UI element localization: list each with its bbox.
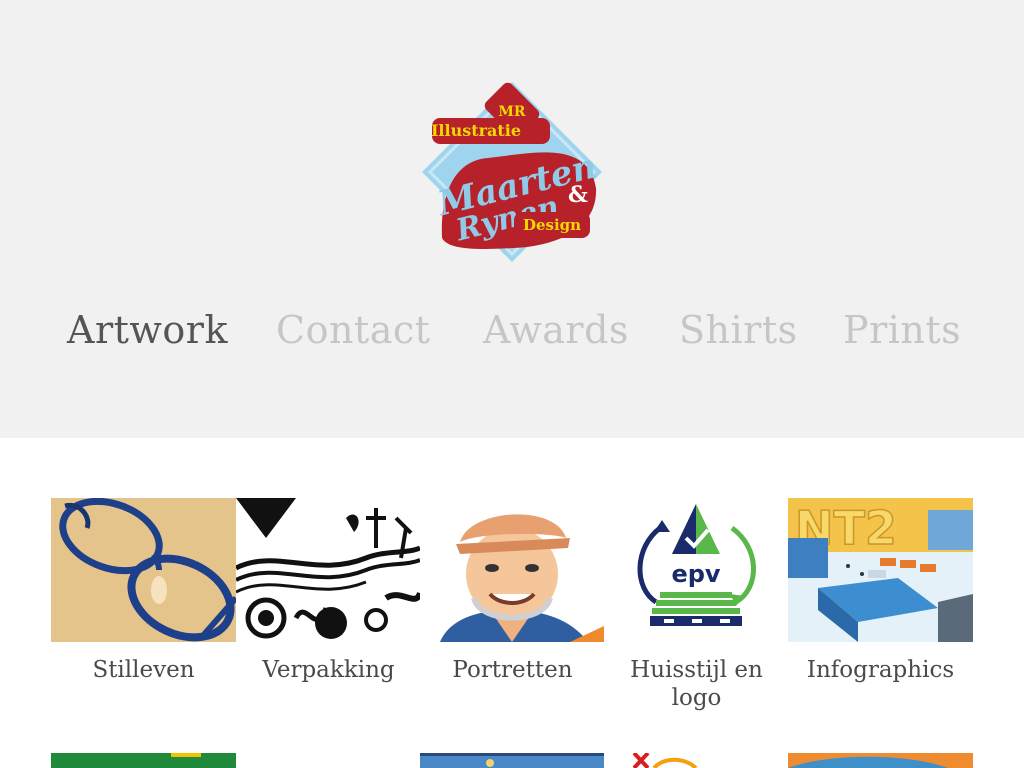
category-label: Portretten [452,657,573,683]
portrait-illustration[interactable] [420,498,605,642]
category-card-portretten[interactable]: Portretten [420,498,605,684]
main-nav: Artwork Contact Awards Shirts Prints [0,306,1024,356]
black-white-pattern-illustration[interactable] [236,498,421,642]
epv-logo[interactable]: epv [604,498,789,642]
city-infographic[interactable]: NT2 [788,498,973,642]
category-card-verpakking[interactable]: Verpakking [236,498,421,684]
site-logo[interactable]: MR Illustratie Maarten Rynen & Design [418,78,606,266]
category-card-stilleven[interactable]: Stilleven [51,498,236,684]
nav-awards[interactable]: Awards [483,306,629,354]
category-label: Verpakking [262,657,395,683]
header: MR Illustratie Maarten Rynen & Design Ar… [0,0,1024,438]
portfolio-thumb[interactable] [51,753,236,768]
portfolio-thumb[interactable] [604,753,789,768]
svg-text:Illustratie: Illustratie [431,121,521,140]
svg-text:&: & [568,182,588,208]
category-card-infographics[interactable]: NT2 Infographics [788,498,973,684]
nav-prints[interactable]: Prints [843,306,961,354]
portfolio-thumb[interactable] [420,753,605,768]
nav-artwork[interactable]: Artwork [67,306,228,354]
category-label: Huisstijl en logo [630,657,763,711]
nav-shirts[interactable]: Shirts [679,306,798,354]
portfolio-thumb[interactable] [788,753,973,768]
category-label: Stilleven [92,657,195,683]
category-card-huisstijl-en-logo[interactable]: epv Huisstijl en logo [604,498,789,712]
nav-contact[interactable]: Contact [276,306,430,354]
svg-text:Design: Design [523,216,581,234]
svg-text:MR: MR [498,104,525,120]
glasses-illustration[interactable] [51,498,236,642]
svg-text:epv: epv [671,560,720,588]
portfolio-grid-row-2 [51,753,973,768]
category-label: Infographics [806,657,955,683]
